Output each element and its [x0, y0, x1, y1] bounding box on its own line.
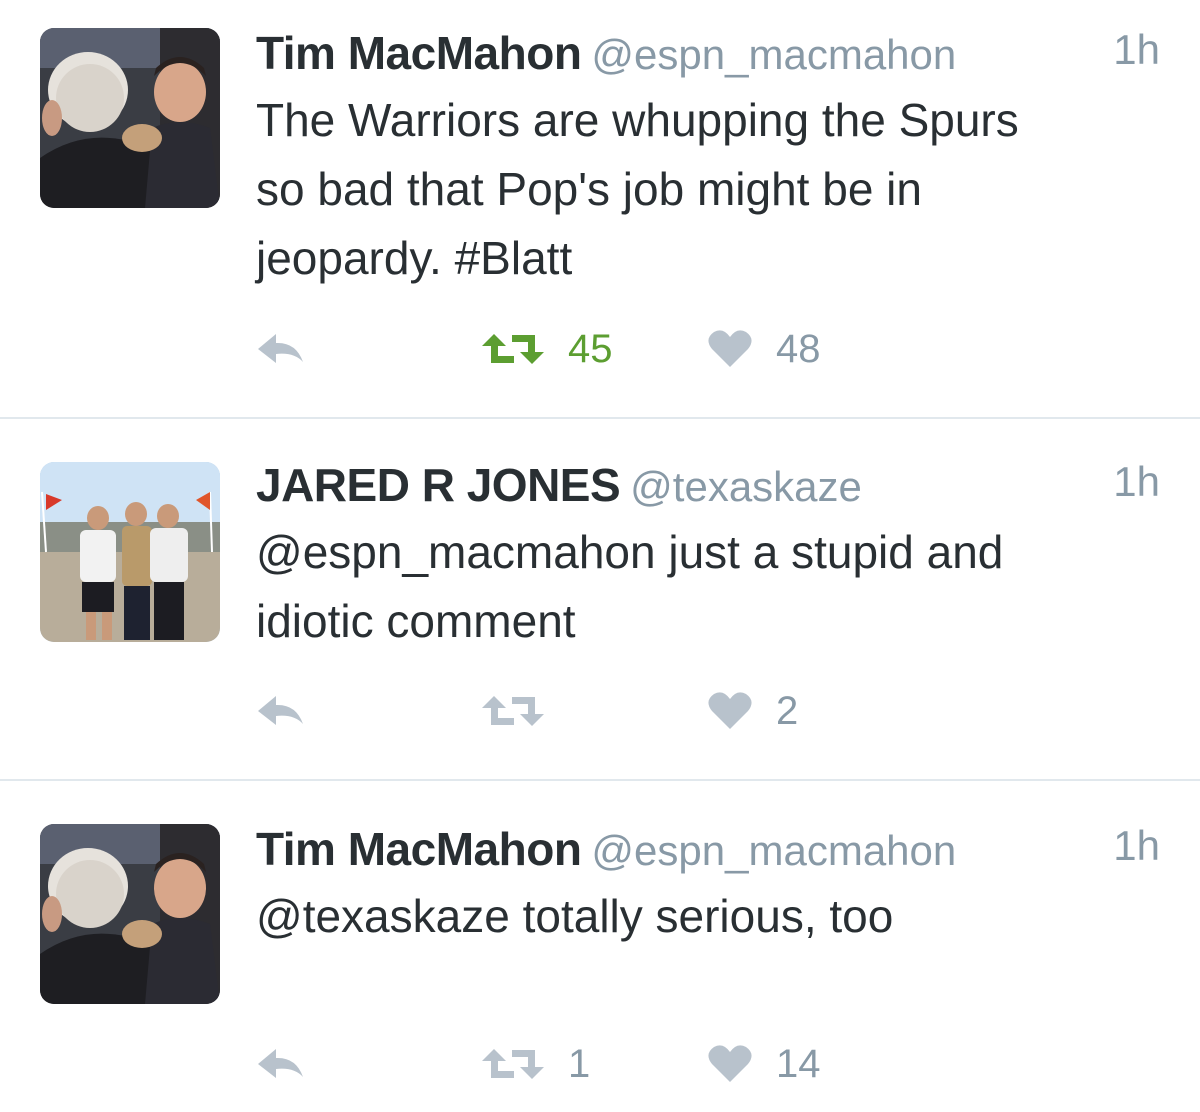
tweet-actions: 45 48: [256, 324, 956, 374]
reply-button[interactable]: [256, 1039, 306, 1089]
tweet-actions: 2: [256, 686, 956, 736]
avatar[interactable]: [40, 28, 220, 208]
like-button[interactable]: 14: [708, 1039, 821, 1089]
reply-button[interactable]: [256, 324, 306, 374]
timestamp[interactable]: 1h: [1113, 458, 1160, 506]
retweet-button[interactable]: [482, 686, 568, 736]
like-count: 48: [776, 326, 821, 371]
tweet-header: Tim MacMahon @espn_macmahon 1h: [256, 26, 1160, 86]
retweet-icon: [482, 1049, 544, 1079]
tweet-header: Tim MacMahon @espn_macmahon 1h: [256, 822, 1160, 882]
display-name[interactable]: Tim MacMahon: [256, 27, 582, 79]
reply-icon: [258, 696, 303, 725]
reply-icon: [258, 334, 303, 363]
retweet-count: 1: [568, 1041, 591, 1086]
username[interactable]: @espn_macmahon: [591, 827, 956, 874]
like-button[interactable]: 48: [708, 324, 821, 374]
display-name[interactable]: JARED R JONES: [256, 459, 621, 511]
username[interactable]: @texaskaze: [630, 463, 862, 510]
heart-icon: [708, 692, 752, 729]
display-name[interactable]: Tim MacMahon: [256, 823, 582, 875]
tweet[interactable]: Tim MacMahon @espn_macmahon 1h @texaskaze…: [0, 781, 1200, 1112]
retweet-icon: [482, 334, 544, 364]
tweet[interactable]: JARED R JONES @texaskaze 1h @espn_macmaho…: [0, 419, 1200, 779]
like-button[interactable]: 2: [708, 686, 798, 736]
tweet-header: JARED R JONES @texaskaze 1h: [256, 458, 1160, 518]
retweet-button[interactable]: 45: [482, 324, 613, 374]
username[interactable]: @espn_macmahon: [591, 31, 956, 78]
retweet-button[interactable]: 1: [482, 1039, 590, 1089]
retweet-icon: [482, 696, 544, 726]
tweet-actions: 1 14: [256, 1039, 956, 1089]
tweet-text: @texaskaze totally serious, too: [256, 890, 894, 942]
tweet-text: The Warriors are whupping the Spurs so b…: [256, 94, 1019, 284]
tweet-text: @espn_macmahon just a stupid and idiotic…: [256, 526, 1004, 647]
heart-icon: [708, 330, 752, 367]
reply-icon: [258, 1049, 303, 1078]
retweet-count: 45: [568, 326, 613, 371]
avatar[interactable]: [40, 824, 220, 1004]
like-count: 14: [776, 1041, 821, 1086]
tweet[interactable]: Tim MacMahon @espn_macmahon 1h The Warrio…: [0, 0, 1200, 418]
timestamp[interactable]: 1h: [1113, 822, 1160, 870]
timestamp[interactable]: 1h: [1113, 26, 1160, 74]
avatar[interactable]: [40, 462, 220, 642]
heart-icon: [708, 1045, 752, 1082]
reply-button[interactable]: [256, 686, 306, 736]
like-count: 2: [776, 688, 799, 733]
